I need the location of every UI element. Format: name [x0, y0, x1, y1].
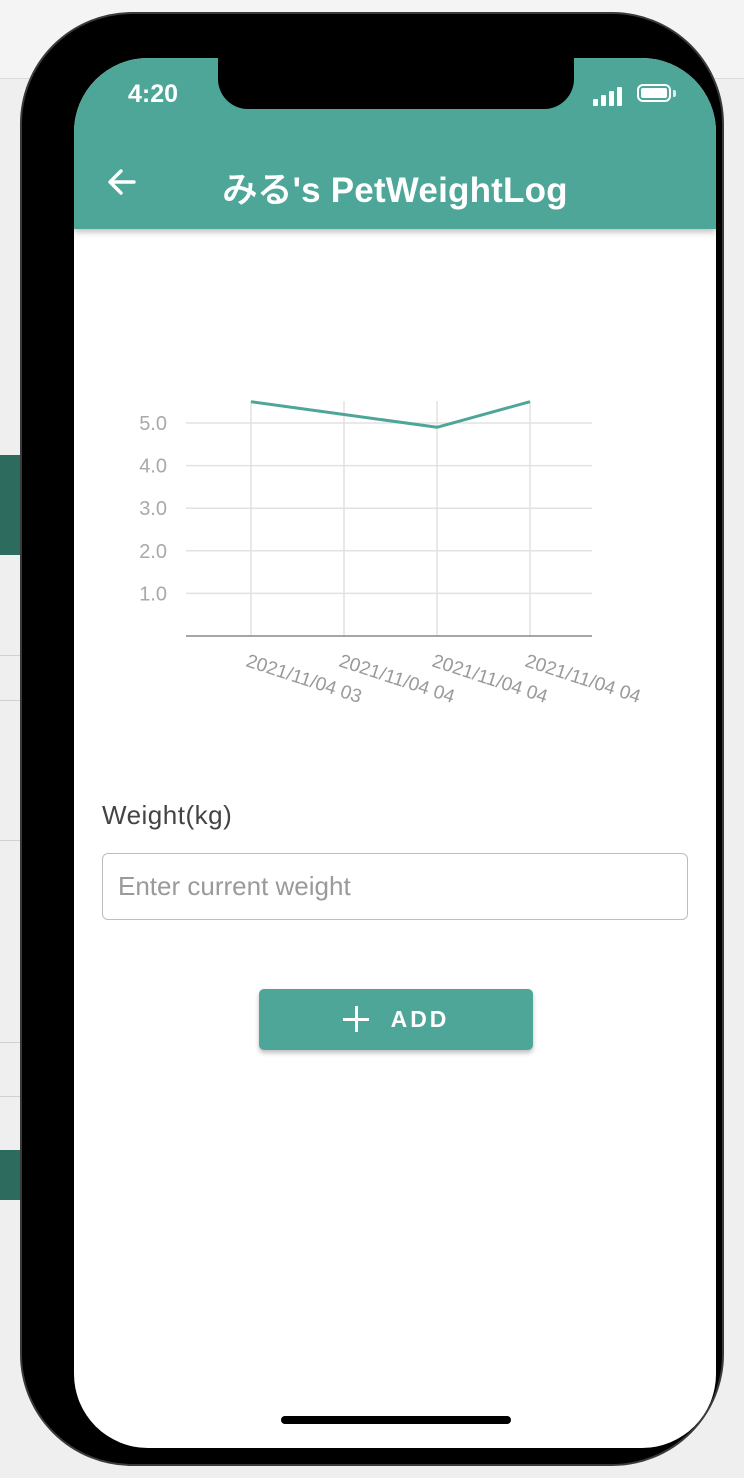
plus-icon	[342, 1005, 371, 1034]
status-time: 4:20	[128, 80, 179, 108]
battery-icon	[637, 84, 671, 102]
add-button-label: ADD	[390, 1006, 450, 1032]
phone-frame: 4:20 みる's PetWeightLog 1.0 2.0 3.0 4.0 5.0	[20, 12, 724, 1466]
battery-tip	[673, 90, 676, 97]
page-title: みる's PetWeightLog	[222, 171, 568, 210]
device-notch	[218, 58, 574, 109]
y-tick-label: 4.0	[139, 456, 167, 478]
y-tick-label: 3.0	[139, 498, 167, 520]
weight-label: Weight(kg)	[102, 800, 233, 830]
y-tick-label: 1.0	[139, 583, 167, 605]
home-indicator	[281, 1416, 511, 1424]
weight-input[interactable]	[102, 853, 688, 920]
app-bar: 4:20 みる's PetWeightLog	[74, 58, 716, 229]
add-button[interactable]: ADD	[259, 989, 533, 1050]
y-tick-label: 2.0	[139, 541, 167, 563]
signal-icon	[593, 86, 625, 106]
app-screen: 4:20 みる's PetWeightLog 1.0 2.0 3.0 4.0 5.0	[74, 58, 716, 1448]
weight-chart: 1.02.03.04.05.0 2021/11/04 032021/11/04 …	[139, 400, 644, 708]
y-tick-label: 5.0	[139, 413, 167, 435]
